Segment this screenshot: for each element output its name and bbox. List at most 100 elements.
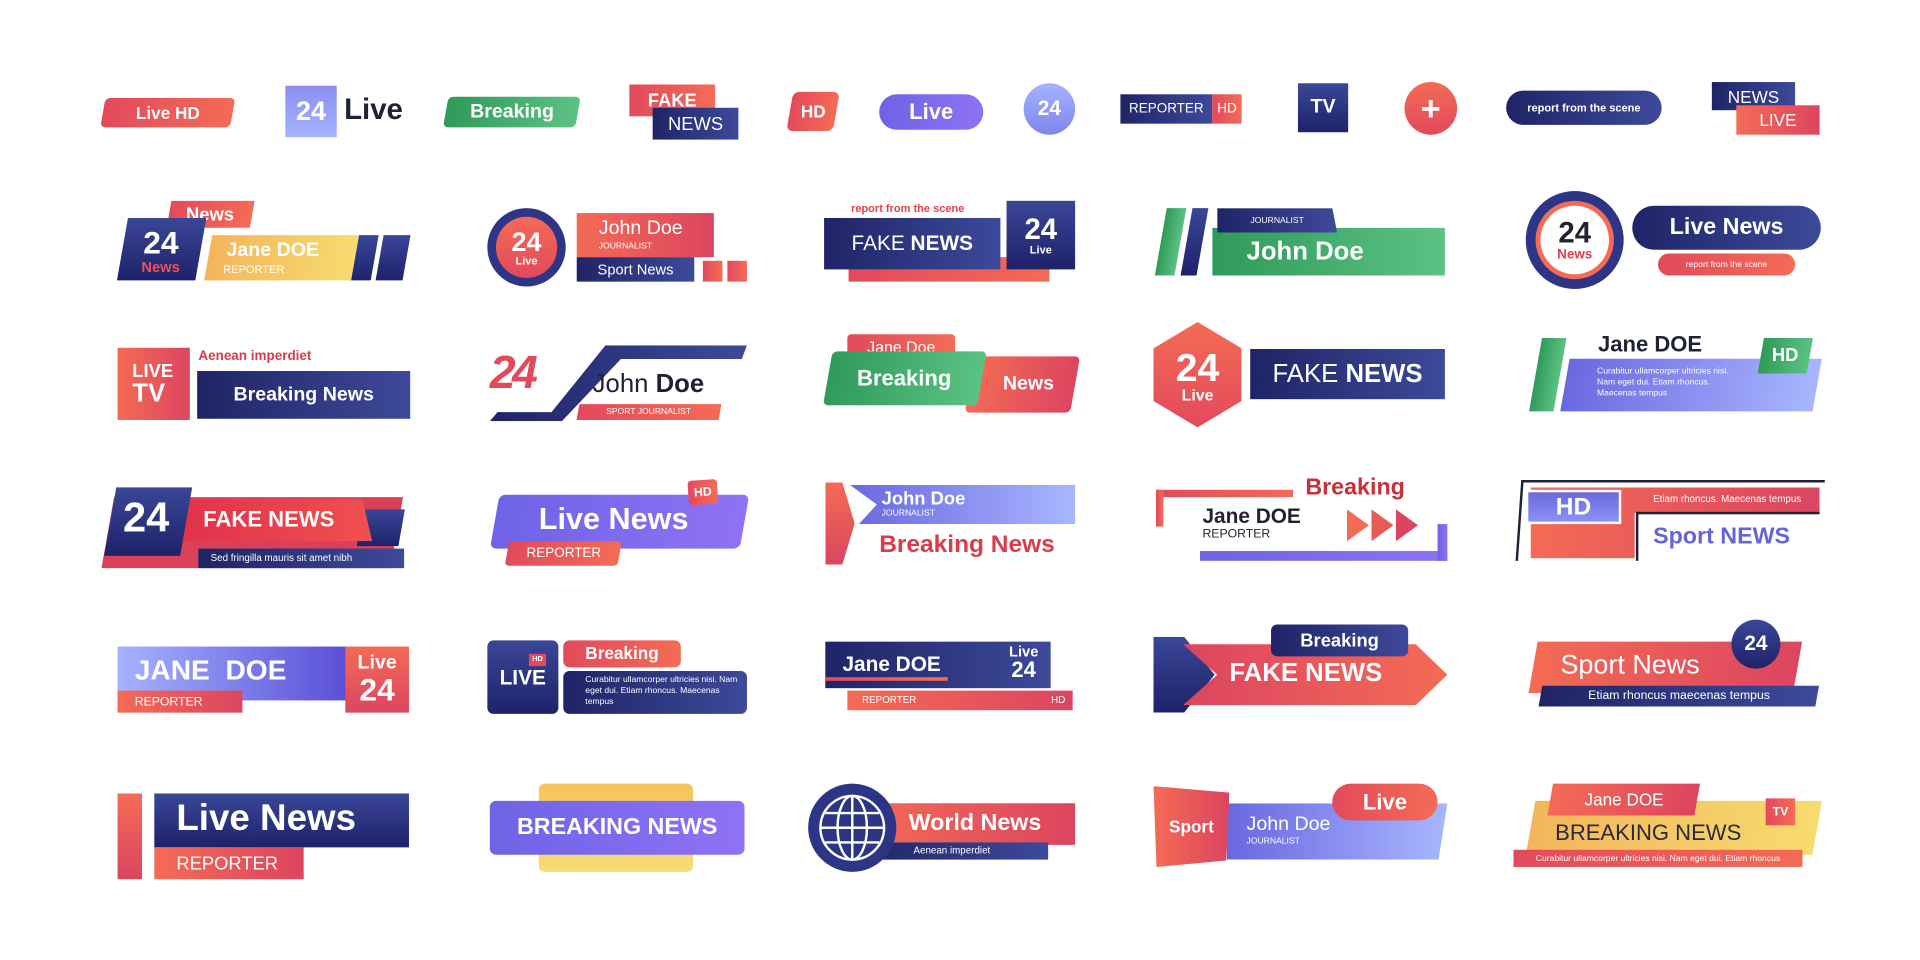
banner-live-news-reporter: Live News REPORTER (117, 791, 412, 880)
hex-badge: 24 Live (1153, 322, 1242, 428)
num-circle: 24 (1731, 619, 1781, 669)
banner-world-news: World News Aenean imperdiet (808, 783, 1077, 872)
badge-live-text: Live (344, 93, 403, 127)
news2-label: NEWS (1727, 86, 1780, 106)
live-tv-block: LIVE TV (117, 347, 190, 421)
circle-outer: 24 Live (487, 208, 566, 287)
title-text: Sport NEWS (1653, 524, 1791, 550)
name-block: Jane DOE (1547, 783, 1700, 816)
live-hd-label: Live HD (135, 102, 200, 123)
sub-block: Curabitur ullamcorper ultricies nisi. Na… (1513, 849, 1803, 867)
name-block: Jane DOE REPORTER (204, 235, 360, 281)
tv-label: TV (1310, 96, 1336, 118)
left-bar (1155, 489, 1164, 527)
text-block: Curabitur ullamcorper ultricies nisi. Na… (563, 671, 747, 714)
banner-live-news-purple: Live News HD REPORTER (487, 478, 750, 569)
banner-live-hd-breaking: HD LIVE Breaking Curabitur ullamcorper u… (487, 638, 749, 714)
banner-john-breaking: John Doe JOURNALIST Breaking News (825, 482, 1077, 565)
body-text: Curabitur ullamcorper ultricies nisl. Na… (1597, 367, 1729, 398)
banner-sport-news-24: Sport News Etiam rhoncus maecenas tempus… (1526, 617, 1822, 708)
tv-box: TV (1297, 83, 1349, 133)
num-24: 24 (143, 224, 179, 261)
sub-text: Curabitur ullamcorper ultricies nisi. Na… (1535, 854, 1781, 863)
hd-label: HD (800, 101, 826, 122)
breaking-badge: Breaking (443, 96, 581, 128)
banner-24-john-sport: 24 John Doe SPORT JOURNALIST (489, 345, 747, 422)
role-text: JOURNALIST (598, 242, 653, 252)
sub-text: Etiam rhoncus maecenas tempus (1587, 689, 1770, 703)
globe-glyph (819, 794, 886, 861)
arrows-icon (1346, 509, 1428, 542)
title-text: BREAKING NEWS (516, 814, 718, 841)
role-block: REPORTER (117, 690, 243, 713)
plus-icon: + (1420, 88, 1441, 127)
live2-box: LIVE (1736, 105, 1820, 135)
stripe (375, 235, 411, 281)
hd-text: HD (1051, 694, 1066, 706)
num-24: 24 (122, 494, 170, 542)
badge-24-box: 24 (285, 85, 337, 138)
stripe (1529, 337, 1567, 412)
name-text: John Doe (1246, 237, 1364, 266)
hd-text: HD (1555, 492, 1592, 520)
sport-text: Sport (1169, 816, 1214, 837)
num-24: 24 (511, 225, 542, 257)
globe-icon (808, 783, 897, 872)
title-light: FAKE (1272, 359, 1339, 388)
title-pill: Live News (1632, 205, 1821, 250)
live24-block: Live 24 (345, 646, 409, 713)
circle-inner: 24 Live (495, 216, 558, 278)
num-24: 24 (1011, 657, 1036, 683)
hd-block: HD (1757, 337, 1813, 374)
stripe (1180, 208, 1209, 276)
live-pill: Live (879, 94, 984, 130)
title-block: Live News (154, 793, 409, 848)
role-text: REPORTER (525, 546, 601, 561)
circle-inner: 24 News (1540, 205, 1609, 275)
hd-text: HD (1772, 345, 1799, 367)
name-text: Jane DOE (226, 240, 320, 261)
left-block: Breaking (823, 351, 987, 406)
hd-text: HD (528, 653, 547, 667)
num-sub: Live (1181, 385, 1214, 404)
side-bar (117, 793, 143, 880)
name-text: JANE DOE (134, 653, 287, 686)
reporter-hd-label: HD (1217, 101, 1237, 117)
circle-24-number: 24 (1037, 96, 1061, 121)
reporter-box: REPORTER (1120, 94, 1213, 124)
title-block: Breaking News (197, 371, 411, 419)
hd-block: HD (1525, 489, 1622, 525)
title-block: FAKE NEWS (173, 499, 373, 542)
tv-text: TV (1772, 805, 1789, 819)
report-scene-pill: report from the scene (1506, 90, 1662, 125)
live-hd-badge: Live HD (100, 97, 236, 128)
title-text: World News (908, 810, 1042, 837)
banner-24-live-news: 24 News Live News report from the scene (1525, 191, 1822, 291)
banner-fake-news-24: report from the scene FAKE NEWS 24 Live (824, 198, 1076, 282)
role-text: REPORTER (134, 695, 203, 709)
name-light: John (592, 369, 656, 398)
banner-breaking-news-purple: BREAKING NEWS (489, 781, 747, 872)
name-text: Jane DOE (1597, 331, 1703, 357)
square (702, 260, 723, 282)
banner-breaking-fake-news-arrow: FAKE NEWS Breaking (1153, 622, 1449, 713)
banner-24-fake-news-red: FAKE NEWS 24 Sed fringilla mauris sit am… (100, 485, 406, 571)
bottom-bar (1200, 551, 1448, 561)
sub-text: Aenean imperdiet (913, 844, 991, 856)
title-text: FAKE NEWS (203, 506, 335, 532)
sub-text: Sed fringilla mauris sit amet nibh (210, 552, 353, 564)
hd-badge: HD (786, 91, 840, 132)
sub-block: Sport News (576, 257, 695, 282)
live-pill-label: Live (909, 99, 954, 124)
kicker: report from the scene (851, 202, 965, 215)
title-text: Sport News (1560, 648, 1700, 680)
sub-pill: report from the scene (1657, 253, 1796, 276)
title-text: Live News (1669, 214, 1784, 241)
num-sub: Live (1029, 243, 1052, 256)
kicker: Breaking (1305, 475, 1405, 501)
role-block: REPORTER (154, 847, 304, 880)
num-block: 24 Live (1006, 200, 1076, 270)
breaking-label: Breaking (469, 101, 554, 122)
square (727, 260, 747, 282)
tv-block: TV (1765, 798, 1796, 826)
